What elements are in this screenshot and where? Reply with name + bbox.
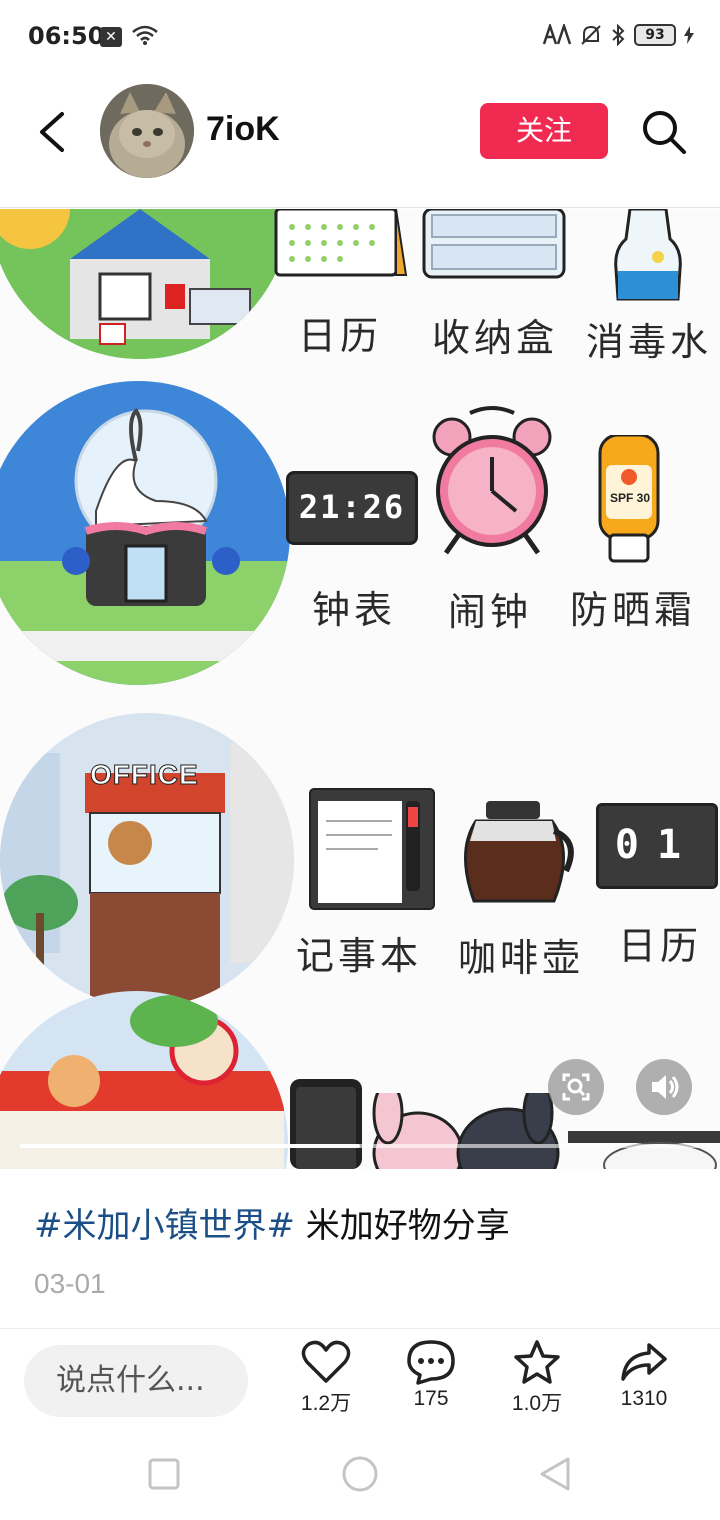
hashtag-link[interactable]: #米加小镇世界# [34, 1206, 295, 1246]
scene-circle-swan [0, 381, 290, 685]
recent-apps-icon[interactable] [144, 1454, 184, 1494]
search-icon[interactable] [636, 104, 692, 160]
sunscreen-label: SPF 30 [609, 491, 651, 505]
clock-display: 21:26 [298, 488, 406, 526]
speaker-icon [652, 1075, 679, 1099]
volume-button[interactable] [636, 1059, 692, 1115]
cat-avatar-image [100, 84, 194, 178]
share-arrow-icon [621, 1343, 667, 1381]
flip-calendar-item-icon: 01 [596, 803, 718, 889]
item-label: 日历 [618, 924, 703, 968]
home-icon[interactable] [340, 1454, 380, 1494]
hd-signal-icon [542, 24, 572, 45]
item-label: 防晒霜 [570, 588, 697, 632]
notebook-item-icon [309, 788, 435, 910]
item-label: 日历 [298, 314, 383, 358]
flip-calendar-digits: 01 [614, 822, 700, 868]
item-label: 收纳盒 [432, 316, 559, 360]
post-date: 03-01 [34, 1268, 106, 1299]
status-right-group: 93 [542, 24, 694, 46]
like-count: 1.2万 [300, 1392, 352, 1415]
avatar[interactable] [100, 84, 194, 178]
item-label: 钟表 [312, 588, 397, 632]
action-bar: 说点什么... 1.2万 175 1.0万 1310 [0, 1328, 720, 1432]
item-label: 闹钟 [448, 590, 533, 634]
post-caption: #米加小镇世界# 米加好物分享 [34, 1198, 510, 1247]
bluetooth-icon [612, 24, 625, 46]
star-icon [514, 1340, 560, 1384]
system-navigation-bar [0, 1432, 720, 1520]
item-label: 记事本 [296, 934, 423, 978]
comment-input[interactable]: 说点什么... [24, 1345, 248, 1417]
video-progress-fill [20, 1144, 360, 1148]
favorite-button[interactable]: 1.0万 [492, 1339, 582, 1417]
phone-item-icon [290, 1079, 362, 1169]
scene-circle-dental [0, 209, 290, 359]
post-media[interactable]: 日历 收纳盒 消毒水 21:26 SPF 30 钟表 闹钟 防晒霜 OFFICE… [0, 209, 720, 1169]
battery-indicator: 93 [634, 24, 676, 46]
disinfectant-item-icon [614, 209, 682, 301]
comment-bubble-icon [407, 1340, 455, 1385]
charging-icon [684, 26, 694, 44]
alarm-clock-item-icon [432, 406, 552, 555]
share-count: 1310 [620, 1387, 668, 1410]
scene-circle-shop [0, 991, 288, 1169]
status-time: 06:50 [28, 22, 105, 50]
coffee-pot-item-icon [464, 801, 574, 903]
wifi-icon [132, 25, 158, 45]
like-button[interactable]: 1.2万 [281, 1339, 371, 1417]
bunny-plush-item-icon [372, 1093, 560, 1169]
back-triangle-icon[interactable] [536, 1454, 576, 1494]
follow-button[interactable]: 关注 [480, 103, 608, 159]
item-label: 消毒水 [586, 320, 713, 364]
video-progress-bar[interactable] [20, 1144, 700, 1148]
storage-box-item-icon [422, 209, 566, 279]
scan-icon [562, 1073, 590, 1101]
digital-clock-item-icon: 21:26 [286, 471, 418, 545]
comment-count: 175 [413, 1387, 449, 1410]
mute-bell-icon [581, 25, 601, 45]
scene-circle-office [0, 713, 294, 1007]
share-button[interactable]: 1310 [599, 1339, 689, 1411]
status-bar: 06:50 ✕ 93 [0, 0, 720, 76]
notification-icon: ✕ [100, 27, 122, 47]
item-label: 咖啡壶 [458, 936, 585, 980]
calendar-item-icon [274, 209, 408, 277]
image-search-button[interactable] [548, 1059, 604, 1115]
comment-button[interactable]: 175 [386, 1339, 476, 1411]
office-sign: OFFICE [90, 759, 199, 791]
heart-icon [301, 1340, 351, 1383]
author-header: 7ioK 关注 [0, 76, 720, 208]
favorite-count: 1.0万 [511, 1392, 563, 1415]
caption-text: 米加好物分享 [294, 1206, 510, 1246]
author-username[interactable]: 7ioK [206, 110, 280, 149]
back-button[interactable] [30, 108, 78, 156]
